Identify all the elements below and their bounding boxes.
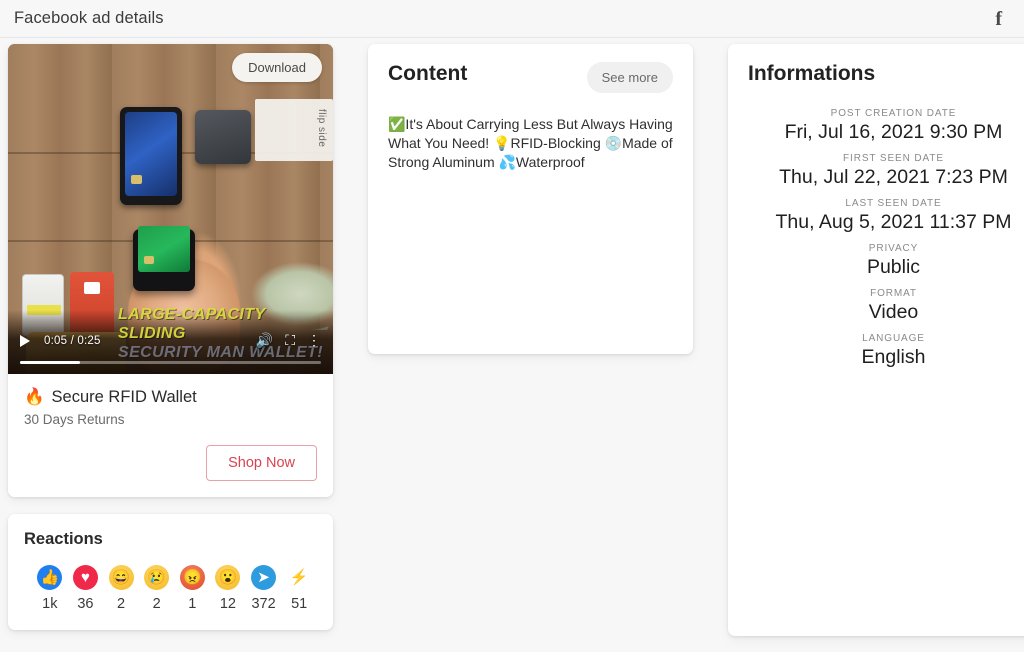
info-value: Public	[748, 256, 1024, 279]
volume-icon[interactable]: 🔊	[256, 332, 273, 349]
ad-title: Secure RFID Wallet	[52, 388, 197, 407]
reaction-wow: 😮 12	[210, 565, 246, 612]
reaction-count: 372	[246, 596, 282, 612]
info-value: Thu, Aug 5, 2021 11:37 PM	[748, 211, 1024, 234]
informations-card: Informations POST CREATION DATE Fri, Jul …	[728, 44, 1024, 636]
ad-meta: 🔥 Secure RFID Wallet 30 Days Returns Sho…	[8, 374, 333, 497]
ad-subtitle: 30 Days Returns	[24, 412, 317, 427]
fire-emoji-icon: 🔥	[24, 388, 45, 407]
green-credit-card	[138, 226, 190, 272]
info-value: Fri, Jul 16, 2021 9:30 PM	[748, 121, 1024, 144]
content-body-text: ✅It's About Carrying Less But Always Hav…	[388, 115, 673, 172]
reaction-count: 1k	[32, 596, 68, 612]
video-controls: 0:05 / 0:25 🔊 ⛶ ⋮	[8, 326, 333, 374]
laughing-face-icon: 😄	[109, 565, 134, 590]
reaction-messenger: ⚡ 51	[281, 565, 317, 612]
info-label: POST CREATION DATE	[748, 108, 1024, 119]
content-card: Content See more ✅It's About Carrying Le…	[368, 44, 693, 354]
kebab-menu-icon[interactable]: ⋮	[307, 332, 321, 349]
reaction-like: 👍 1k	[32, 565, 68, 612]
share-arrow-icon: ➤	[251, 565, 276, 590]
blue-credit-card	[125, 112, 177, 196]
video-time-display: 0:05 / 0:25	[44, 335, 101, 347]
facebook-f-icon: f	[995, 9, 1008, 29]
reaction-haha: 😄2	[103, 565, 139, 612]
reaction-count: 2	[139, 596, 175, 612]
left-column: flip side LARGE-CAPACITY SLIDING SECURIT…	[8, 44, 333, 652]
content-header: Content See more	[388, 62, 673, 93]
reactions-card: Reactions 👍1k♥36😄2😢2😠1😮12➤372⚡51	[8, 514, 333, 630]
info-value: Thu, Jul 22, 2021 7:23 PM	[748, 166, 1024, 189]
flip-side-label: flip side	[255, 99, 333, 161]
video-progress-fill	[20, 361, 80, 364]
shop-now-button[interactable]: Shop Now	[206, 445, 317, 481]
right-column: Informations POST CREATION DATE Fri, Jul …	[728, 44, 1024, 652]
heart-icon: ♥	[73, 565, 98, 590]
see-more-button[interactable]: See more	[587, 62, 673, 93]
reaction-share: ➤ 372	[246, 565, 282, 612]
content-title: Content	[388, 62, 467, 86]
flip-side-text: flip side	[316, 109, 327, 147]
download-button[interactable]: Download	[232, 53, 322, 82]
info-value: Video	[748, 301, 1024, 324]
reaction-count: 2	[103, 596, 139, 612]
ad-preview-card: flip side LARGE-CAPACITY SLIDING SECURIT…	[8, 44, 333, 497]
informations-list: POST CREATION DATE Fri, Jul 16, 2021 9:30…	[748, 108, 1024, 369]
reaction-count: 51	[281, 596, 317, 612]
reactions-list: 👍1k♥36😄2😢2😠1😮12➤372⚡51	[24, 565, 317, 612]
app-header: Facebook ad details f	[0, 0, 1024, 38]
reaction-count: 36	[68, 596, 104, 612]
reaction-sad: 😢2	[139, 565, 175, 612]
reaction-count: 12	[210, 596, 246, 612]
page-body: flip side LARGE-CAPACITY SLIDING SECURIT…	[0, 38, 1024, 652]
info-label: FIRST SEEN DATE	[748, 153, 1024, 164]
ad-title-row: 🔥 Secure RFID Wallet	[24, 388, 317, 407]
fullscreen-icon[interactable]: ⛶	[285, 332, 295, 349]
info-label: LANGUAGE	[748, 333, 1024, 344]
info-label: FORMAT	[748, 288, 1024, 299]
angry-face-icon: 😠	[180, 565, 205, 590]
gray-wallet	[195, 110, 251, 164]
ad-video-player[interactable]: flip side LARGE-CAPACITY SLIDING SECURIT…	[8, 44, 333, 374]
reaction-count: 1	[175, 596, 211, 612]
messenger-icon: ⚡	[287, 565, 312, 590]
thumbs-up-icon: 👍	[37, 565, 62, 590]
info-value: English	[748, 346, 1024, 369]
page-title: Facebook ad details	[14, 9, 164, 28]
reaction-love: ♥ 36	[68, 565, 104, 612]
info-label: PRIVACY	[748, 243, 1024, 254]
play-icon[interactable]	[20, 335, 30, 347]
reactions-title: Reactions	[24, 530, 317, 549]
reaction-angry: 😠1	[175, 565, 211, 612]
middle-column: Content See more ✅It's About Carrying Le…	[368, 44, 693, 652]
informations-title: Informations	[748, 62, 1024, 86]
sad-face-icon: 😢	[144, 565, 169, 590]
info-label: LAST SEEN DATE	[748, 198, 1024, 209]
surprised-face-icon: 😮	[215, 565, 240, 590]
ad-cta-row: Shop Now	[24, 445, 317, 481]
video-progress-bar[interactable]	[20, 361, 321, 364]
